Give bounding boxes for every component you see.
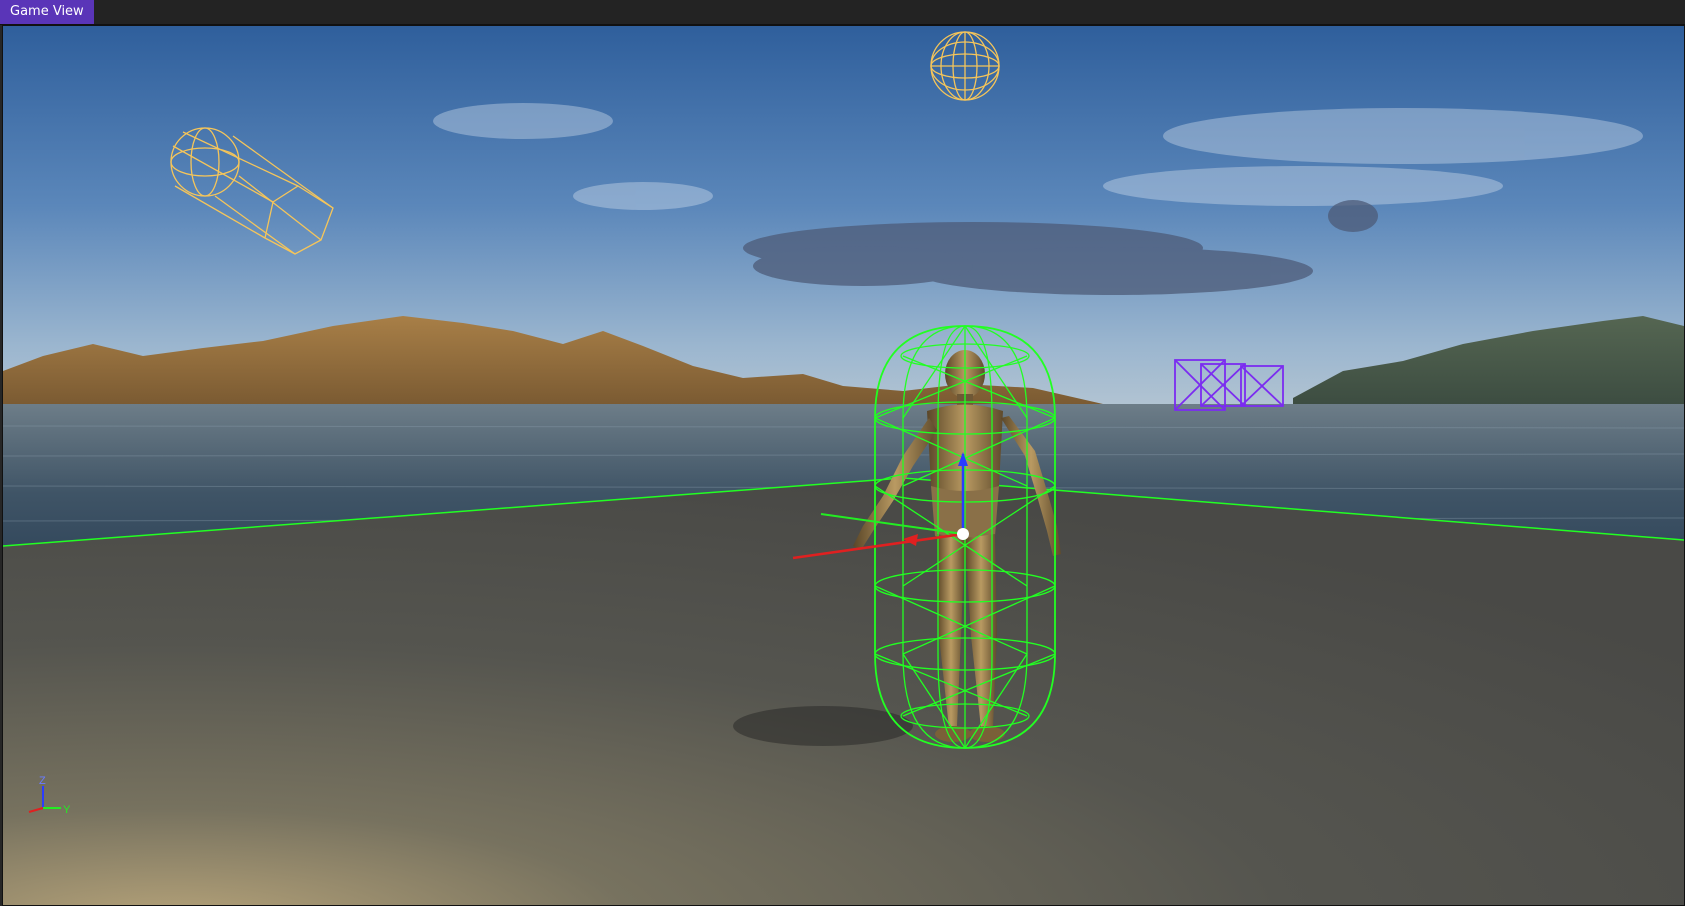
point-light-gizmo[interactable] xyxy=(930,31,1000,101)
axis-z-label: Z xyxy=(39,775,46,787)
game-view-window: Game View Z Y xyxy=(0,0,1685,906)
character-shadow xyxy=(733,706,913,746)
game-viewport[interactable]: Z Y xyxy=(2,25,1685,906)
axis-y-label: Y xyxy=(63,804,71,816)
tab-game-view[interactable]: Game View xyxy=(0,0,94,24)
ground-plane[interactable] xyxy=(3,478,1684,905)
panel-title-bar: Game View xyxy=(0,0,1685,25)
